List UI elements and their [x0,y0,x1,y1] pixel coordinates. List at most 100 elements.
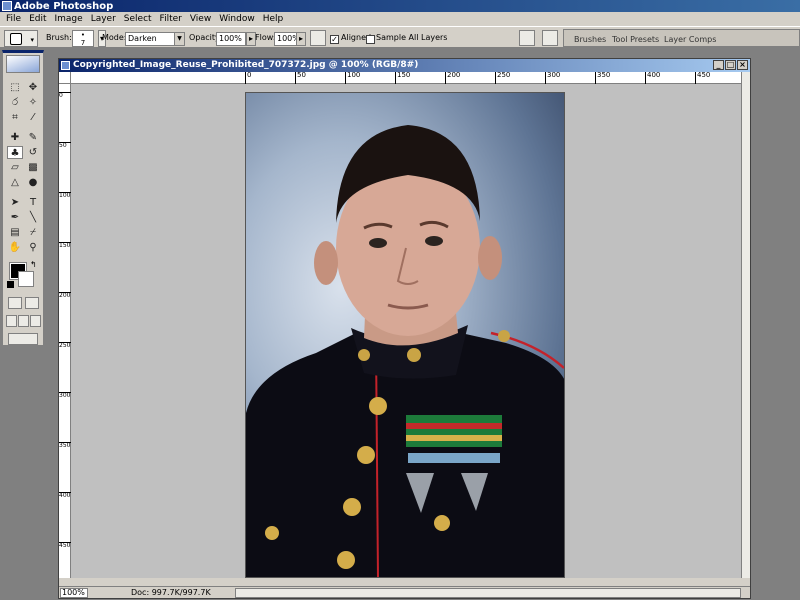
tab-tool-presets[interactable]: Tool Presets [612,35,659,44]
blur-tool-icon[interactable]: △ [7,176,23,189]
close-icon[interactable]: × [737,60,748,70]
file-browser-icon[interactable] [519,30,535,46]
type-tool-icon[interactable]: T [25,196,41,209]
move-tool-icon[interactable]: ✥ [25,81,41,94]
eraser-tool-icon[interactable]: ▱ [7,161,23,174]
ruler-v-label: 400 [59,492,71,499]
sample-all-layers-checkbox[interactable] [366,35,375,44]
ruler-origin[interactable] [59,72,71,84]
app-title: Adobe Photoshop [14,0,114,12]
ruler-v-label: 450 [59,542,71,549]
opacity-input[interactable]: 100% [216,32,246,46]
brush-label: Brush: [46,33,72,42]
go-to-imageready-icon[interactable] [542,30,558,46]
sample-all-layers-label: Sample All Layers [376,33,448,42]
app-title-bar: Adobe Photoshop [0,0,800,12]
background-color-swatch[interactable] [18,271,34,287]
menu-filter[interactable]: Filter [156,14,186,24]
screen-mode-full-icon[interactable] [30,315,41,327]
chevron-down-icon: ▼ [174,33,184,45]
brush-dot-icon: • [80,31,86,39]
healing-brush-tool-icon[interactable]: ✚ [7,131,23,144]
maximize-icon[interactable]: □ [725,60,736,70]
airbrush-toggle-icon[interactable] [310,30,326,46]
ruler-v-label: 50 [59,142,71,149]
menu-file[interactable]: File [2,14,25,24]
zoom-tool-icon[interactable]: ⚲ [25,241,41,254]
flow-slider-arrow[interactable]: ▸ [296,32,306,46]
flow-label: Flow: [255,33,276,42]
ruler-h-label: 250 [495,72,510,84]
crop-tool-icon[interactable]: ⌗ [7,111,23,124]
vertical-scrollbar[interactable] [741,72,750,578]
ruler-h-label: 400 [645,72,660,84]
menu-view[interactable]: View [186,14,215,24]
line-tool-icon[interactable]: ╲ [25,211,41,224]
history-brush-tool-icon[interactable]: ↺ [25,146,41,159]
marquee-tool-icon[interactable]: ⬚ [7,81,23,94]
toolbox: ⬚ ✥ ර ✧ ⌗ ⁄ ✚ ✎ ♣ ↺ ▱ ▩ △ ● ➤ T ✒ ╲ ▤ ⌿ … [2,50,44,346]
default-colors-icon[interactable] [7,281,14,288]
ruler-h-label: 450 [695,72,710,84]
palette-well: Brushes Tool Presets Layer Comps [563,29,800,47]
zoom-field[interactable]: 100% [60,588,88,598]
standard-mode-icon[interactable] [8,297,22,309]
portrait-illustration [246,125,564,577]
gradient-tool-icon[interactable]: ▩ [25,161,41,174]
document-size: Doc: 997.7K/997.7K [131,588,211,597]
vertical-ruler[interactable]: 0 50 100 150 200 250 300 350 400 450 [59,84,71,578]
menu-layer[interactable]: Layer [87,14,120,24]
options-bar: ▾ Brush: • 7 ▾ Mode: Darken ▼ Opacity: 1… [0,26,800,48]
notes-tool-icon[interactable]: ▤ [7,226,23,239]
ruler-h-label: 300 [545,72,560,84]
menu-window[interactable]: Window [215,14,259,24]
slice-tool-icon[interactable]: ⁄ [25,111,41,124]
ruler-v-label: 150 [59,242,71,249]
photoshop-app-icon [2,1,12,11]
magic-wand-tool-icon[interactable]: ✧ [25,96,41,109]
document-icon [61,61,70,70]
pen-tool-icon[interactable]: ✒ [7,211,23,224]
menu-help[interactable]: Help [259,14,288,24]
portrait-photo[interactable] [245,92,565,578]
horizontal-ruler[interactable]: 0 50 100 150 200 250 300 350 400 450 [71,72,741,84]
jump-to-imageready-icon[interactable] [8,333,38,345]
ruler-v-label: 100 [59,192,71,199]
brush-tool-icon[interactable]: ✎ [25,131,41,144]
horizontal-scrollbar[interactable] [235,588,741,598]
lasso-tool-icon[interactable]: ර [7,96,23,109]
dodge-tool-icon[interactable]: ● [25,176,41,189]
menu-select[interactable]: Select [120,14,156,24]
mode-select[interactable]: Darken ▼ [125,32,185,46]
ruler-h-label: 150 [395,72,410,84]
tab-brushes[interactable]: Brushes [574,35,606,44]
chevron-down-icon: ▾ [30,36,34,44]
eyedropper-tool-icon[interactable]: ⌿ [25,226,41,239]
hand-tool-icon[interactable]: ✋ [7,241,23,254]
ruler-h-label: 350 [595,72,610,84]
canvas-area[interactable] [71,84,741,578]
ruler-v-label: 300 [59,392,71,399]
document-window: Copyrighted_Image_Reuse_Prohibited_70737… [58,58,751,599]
ruler-h-label: 0 [245,72,251,84]
feather-logo-icon [6,55,40,73]
aligned-checkbox[interactable]: ✓ [330,35,339,44]
quick-mask-mode-icon[interactable] [25,297,39,309]
document-title: Copyrighted_Image_Reuse_Prohibited_70737… [73,60,419,70]
ruler-v-label: 200 [59,292,71,299]
swap-colors-icon[interactable]: ↰ [30,260,37,269]
menu-image[interactable]: Image [51,14,87,24]
path-selection-tool-icon[interactable]: ➤ [7,196,23,209]
minimize-icon[interactable]: _ [713,60,724,70]
screen-mode-full-menu-icon[interactable] [18,315,29,327]
menu-edit[interactable]: Edit [25,14,50,24]
mode-label: Mode: [102,33,127,42]
ruler-h-label: 200 [445,72,460,84]
ruler-v-label: 350 [59,442,71,449]
clone-stamp-tool-icon[interactable]: ♣ [7,146,23,159]
brush-picker[interactable]: • 7 [72,30,94,47]
screen-mode-standard-icon[interactable] [6,315,17,327]
clone-stamp-icon [10,33,22,45]
tab-layer-comps[interactable]: Layer Comps [664,35,716,44]
tool-preset-picker[interactable]: ▾ [4,30,38,47]
